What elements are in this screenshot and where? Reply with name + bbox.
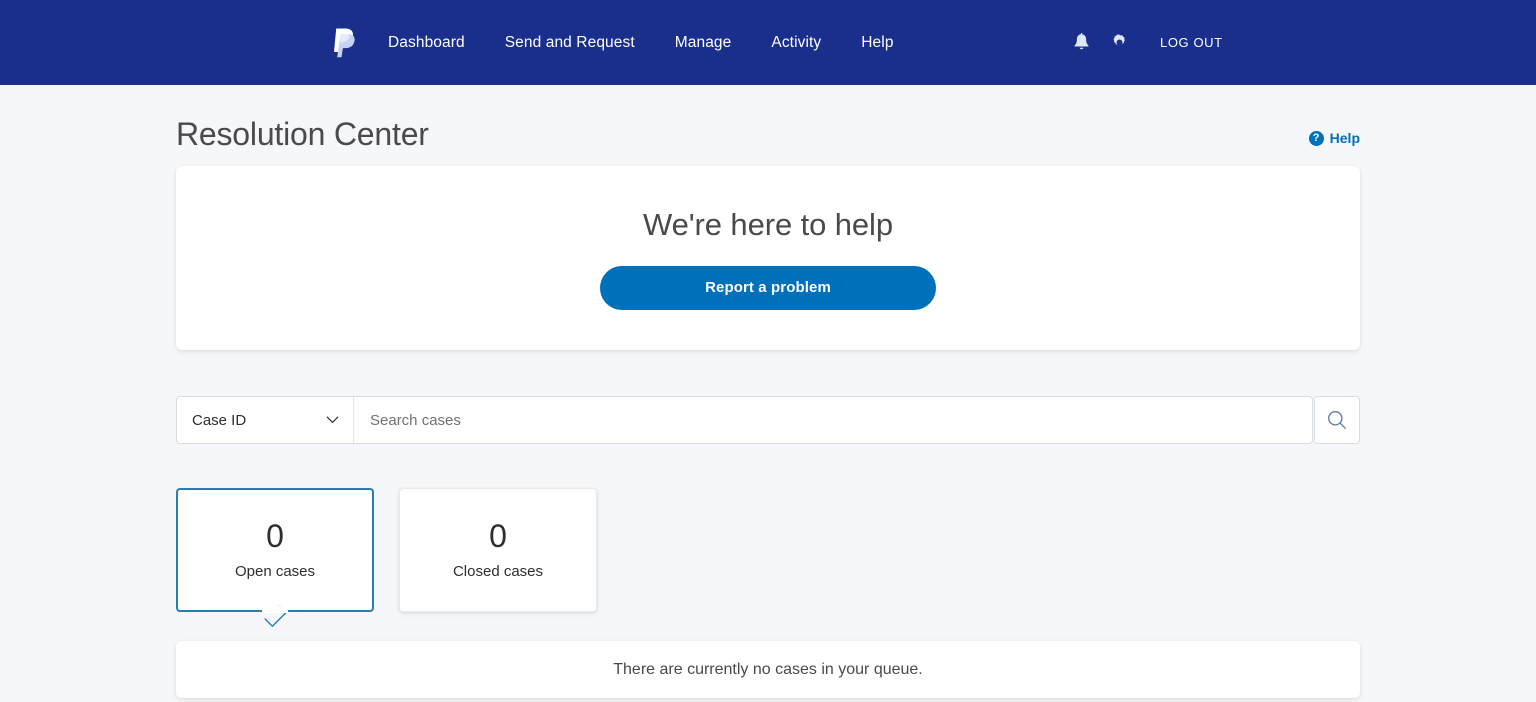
closed-cases-count: 0 (489, 518, 507, 555)
paypal-logo-icon (334, 28, 355, 57)
nav-link-help[interactable]: Help (861, 34, 893, 52)
case-status-tiles: 0 Open cases 0 Closed cases (176, 488, 1360, 614)
gear-icon-glyph (1112, 34, 1125, 46)
nav-link-dashboard[interactable]: Dashboard (388, 34, 465, 52)
report-a-problem-button[interactable]: Report a problem (600, 265, 936, 310)
bell-icon[interactable] (1070, 32, 1092, 54)
tile-closed-cases[interactable]: 0 Closed cases (399, 488, 597, 613)
case-filter-value: Case ID (192, 411, 247, 429)
help-link[interactable]: ? Help (1308, 130, 1360, 152)
page-title: Resolution Center (176, 116, 429, 152)
gear-icon[interactable] (1108, 32, 1130, 54)
primary-nav: Dashboard Send and Request Manage Activi… (388, 34, 894, 52)
empty-state-message: There are currently no cases in your que… (613, 660, 923, 678)
bell-icon-glyph (1073, 33, 1089, 50)
search-row: Case ID (176, 396, 1360, 445)
search-icon (1328, 411, 1346, 430)
nav-link-activity[interactable]: Activity (771, 34, 821, 52)
logout-link[interactable]: LOG OUT (1160, 35, 1223, 50)
search-box: Case ID (176, 396, 1313, 445)
paypal-logo[interactable] (332, 28, 358, 58)
open-cases-count: 0 (266, 518, 284, 555)
help-link-label: Help (1329, 130, 1360, 147)
hero-title: We're here to help (643, 206, 893, 242)
top-navbar: Dashboard Send and Request Manage Activi… (0, 0, 1536, 85)
search-submit-button[interactable] (1314, 396, 1360, 445)
tile-open-cases[interactable]: 0 Open cases (176, 488, 374, 614)
empty-state-card: There are currently no cases in your que… (176, 641, 1360, 699)
hero-card: We're here to help Report a problem (176, 166, 1360, 351)
nav-link-manage[interactable]: Manage (675, 34, 732, 52)
page-header: Resolution Center ? Help (176, 85, 1360, 166)
case-filter-select[interactable]: Case ID (177, 397, 354, 444)
closed-cases-label: Closed cases (452, 563, 544, 581)
nav-link-send-and-request[interactable]: Send and Request (505, 34, 635, 52)
question-circle-icon: ? (1308, 130, 1324, 146)
page-content: Resolution Center ? Help We're here to h… (0, 85, 1536, 699)
navbar-center-group: Dashboard Send and Request Manage Activi… (332, 0, 894, 85)
chevron-down-icon (326, 416, 339, 424)
search-input[interactable] (354, 397, 1312, 444)
open-cases-label: Open cases (234, 563, 316, 581)
navbar-right-group: LOG OUT (1070, 0, 1536, 85)
